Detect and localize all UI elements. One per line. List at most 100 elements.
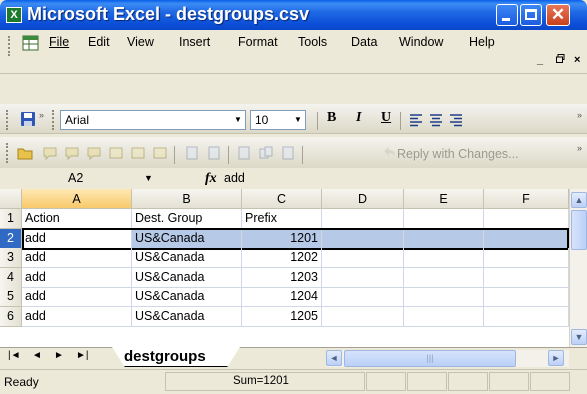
cell-c1[interactable]: Prefix xyxy=(242,209,322,229)
cell-c3[interactable]: 1202 xyxy=(242,248,322,268)
menu-view[interactable]: View xyxy=(127,35,154,49)
align-center-icon[interactable] xyxy=(428,112,444,128)
cell-e3[interactable] xyxy=(404,248,484,268)
cell-d5[interactable] xyxy=(322,287,404,307)
menu-insert[interactable]: Insert xyxy=(179,35,210,49)
select-all-corner[interactable] xyxy=(0,189,22,209)
cell-d4[interactable] xyxy=(322,268,404,288)
scroll-down-button[interactable]: ▼ xyxy=(571,329,587,345)
cell-c5[interactable]: 1204 xyxy=(242,287,322,307)
toolbar-overflow-icon[interactable]: » xyxy=(577,143,582,153)
cell-a5[interactable]: add xyxy=(22,287,132,307)
cell-d1[interactable] xyxy=(322,209,404,229)
cell-d6[interactable] xyxy=(322,307,404,327)
cell-e6[interactable] xyxy=(404,307,484,327)
cell-c6[interactable]: 1205 xyxy=(242,307,322,327)
cell-b6[interactable]: US&Canada xyxy=(132,307,242,327)
reply-with-changes-button[interactable]: Reply with Changes... xyxy=(397,147,519,161)
sheet-tab-destgroups[interactable]: destgroups xyxy=(112,347,240,367)
ink-annotations-icon[interactable] xyxy=(280,145,296,161)
cell-e5[interactable] xyxy=(404,287,484,307)
toolbar-overflow-icon[interactable]: » xyxy=(39,110,44,120)
doc-minimize-button[interactable]: _ xyxy=(537,54,543,66)
row-header-2[interactable]: 2 xyxy=(0,229,22,249)
protect-sheet-icon[interactable] xyxy=(236,145,252,161)
column-header-b[interactable]: B xyxy=(132,189,242,209)
menubar-grip[interactable] xyxy=(8,36,11,56)
cell-d2[interactable] xyxy=(322,229,404,249)
chevron-down-icon[interactable]: ▼ xyxy=(231,111,245,129)
comment-icon[interactable] xyxy=(42,145,58,161)
doc-close-button[interactable]: × xyxy=(574,54,580,66)
name-box[interactable]: A2 xyxy=(20,169,160,188)
column-header-f[interactable]: F xyxy=(484,189,569,209)
menu-format[interactable]: Format xyxy=(238,35,278,49)
row-header-5[interactable]: 5 xyxy=(0,287,22,307)
menu-data[interactable]: Data xyxy=(351,35,377,49)
underline-button[interactable]: U xyxy=(381,110,391,126)
excel-icon[interactable]: X xyxy=(6,7,22,23)
show-comment-icon[interactable] xyxy=(108,145,124,161)
cell-e1[interactable] xyxy=(404,209,484,229)
workbook-icon[interactable] xyxy=(22,34,40,52)
next-comment-icon[interactable] xyxy=(86,145,102,161)
column-header-c[interactable]: C xyxy=(242,189,322,209)
menu-help[interactable]: Help xyxy=(469,35,495,49)
menu-window[interactable]: Window xyxy=(399,35,443,49)
row-header-6[interactable]: 6 xyxy=(0,307,22,327)
align-right-icon[interactable] xyxy=(448,112,464,128)
row-header-1[interactable]: 1 xyxy=(0,209,22,229)
highlight-changes-icon[interactable] xyxy=(184,145,200,161)
scroll-left-button[interactable]: ◄ xyxy=(326,350,342,366)
toolbar-grip[interactable] xyxy=(6,110,9,130)
chevron-down-icon[interactable]: ▼ xyxy=(291,111,305,129)
first-sheet-button[interactable]: |◄ xyxy=(8,350,21,361)
track-changes-icon[interactable] xyxy=(206,145,222,161)
next-sheet-button[interactable]: ► xyxy=(54,350,64,361)
bold-button[interactable]: B xyxy=(327,110,336,126)
cell-f1[interactable] xyxy=(484,209,569,229)
cell-e4[interactable] xyxy=(404,268,484,288)
cell-f5[interactable] xyxy=(484,287,569,307)
function-icon[interactable]: fx xyxy=(205,169,217,188)
share-workbook-icon[interactable] xyxy=(258,145,274,161)
cell-f2[interactable] xyxy=(484,229,569,249)
cell-b3[interactable]: US&Canada xyxy=(132,248,242,268)
cell-f4[interactable] xyxy=(484,268,569,288)
cell-a2[interactable]: add xyxy=(22,229,132,249)
toolbar-grip-2[interactable] xyxy=(52,110,55,130)
cell-b2[interactable]: US&Canada xyxy=(132,229,242,249)
horizontal-scroll-thumb[interactable]: ||| xyxy=(344,350,516,367)
maximize-button[interactable] xyxy=(520,4,542,26)
cell-d3[interactable] xyxy=(322,248,404,268)
close-button[interactable]: ✕ xyxy=(546,4,570,26)
font-size-select[interactable]: 10 ▼ xyxy=(250,110,306,130)
toolbar-overflow-icon[interactable]: » xyxy=(577,110,582,120)
scroll-up-button[interactable]: ▲ xyxy=(571,192,587,208)
cell-f3[interactable] xyxy=(484,248,569,268)
horizontal-scrollbar[interactable]: ◄ ||| ► xyxy=(326,350,569,367)
cell-a6[interactable]: add xyxy=(22,307,132,327)
formula-input[interactable]: add xyxy=(224,169,245,188)
align-left-icon[interactable] xyxy=(408,112,424,128)
prev-sheet-button[interactable]: ◄ xyxy=(32,350,42,361)
cell-b5[interactable]: US&Canada xyxy=(132,287,242,307)
cell-e2[interactable] xyxy=(404,229,484,249)
row-header-4[interactable]: 4 xyxy=(0,268,22,288)
save-icon[interactable] xyxy=(20,111,36,127)
chevron-down-icon[interactable]: ▼ xyxy=(144,169,153,188)
vertical-scroll-thumb[interactable] xyxy=(571,210,587,250)
cell-b1[interactable]: Dest. Group xyxy=(132,209,242,229)
cell-c4[interactable]: 1203 xyxy=(242,268,322,288)
last-sheet-button[interactable]: ►| xyxy=(76,350,89,361)
vertical-scrollbar[interactable]: ▲ ▼ xyxy=(569,189,587,347)
menu-edit[interactable]: Edit xyxy=(88,35,110,49)
scroll-right-button[interactable]: ► xyxy=(548,350,564,366)
folder-icon[interactable] xyxy=(17,145,33,161)
cell-a1[interactable]: Action xyxy=(22,209,132,229)
cell-b4[interactable]: US&Canada xyxy=(132,268,242,288)
delete-comment-icon[interactable] xyxy=(152,145,168,161)
menu-tools[interactable]: Tools xyxy=(298,35,327,49)
doc-restore-button[interactable] xyxy=(556,54,565,66)
row-header-3[interactable]: 3 xyxy=(0,248,22,268)
